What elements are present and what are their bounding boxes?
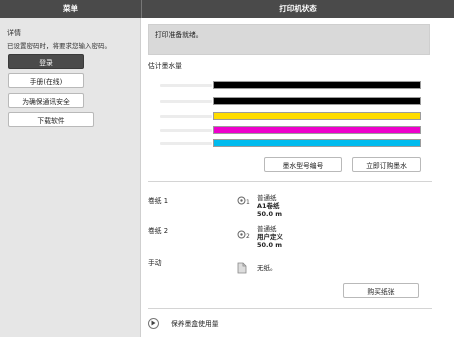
login-button[interactable]: 登录: [8, 54, 84, 69]
ink-row-yellow: [142, 112, 442, 121]
ink-label-placeholder: [160, 142, 212, 145]
svg-text:1: 1: [246, 199, 250, 205]
ink-label-placeholder: [160, 100, 212, 103]
menu-tab[interactable]: 菜单: [0, 0, 141, 18]
roll-2-remaining: 50.0 m: [257, 241, 283, 249]
ink-row-matte-black: [142, 81, 442, 90]
ink-fill: [214, 82, 420, 88]
ink-row-cyan: [142, 139, 442, 148]
roll-1-remaining: 50.0 m: [257, 210, 283, 218]
manual-feed-status: 无纸。: [257, 264, 277, 272]
ink-level-title: 估计墨水量: [148, 62, 182, 70]
ink-label-placeholder: [160, 84, 212, 87]
roll-1-media-type: 普通纸: [257, 194, 277, 202]
sidebar: 详情 已设置密码时，将要求您输入密码。 登录 手册(在线) 为确保通讯安全 下载…: [0, 18, 141, 337]
ink-level-bar: [213, 81, 421, 89]
status-message: 打印准备就绪。: [155, 31, 203, 39]
ink-level-bar: [213, 126, 421, 134]
maintenance-cartridge-usage-label: 保养墨盒使用量: [171, 320, 219, 328]
roll-2-paper-size: 用户定义: [257, 233, 283, 241]
buy-paper-button[interactable]: 购买纸张: [343, 283, 419, 298]
details-title: 详情: [7, 29, 21, 37]
ink-level-bar: [213, 139, 421, 147]
divider: [148, 308, 432, 309]
maintenance-cartridge-usage-link[interactable]: 保养墨盒使用量: [148, 317, 219, 329]
play-icon[interactable]: [148, 317, 159, 329]
ink-fill: [214, 98, 420, 104]
roll-1-icon: 1: [237, 196, 250, 205]
ink-label-placeholder: [160, 129, 212, 132]
manual-feed-label: 手动: [148, 259, 162, 267]
ink-fill: [214, 140, 420, 146]
ink-label-placeholder: [160, 115, 212, 118]
roll-2-info: 普通纸 用户定义 50.0 m: [257, 225, 283, 249]
ink-row-magenta: [142, 126, 442, 135]
roll-2-icon: 2: [237, 230, 250, 239]
online-manual-button[interactable]: 手册(在线): [8, 73, 84, 88]
download-software-button[interactable]: 下载软件: [8, 112, 94, 127]
secure-communication-button[interactable]: 为确保通讯安全: [8, 93, 84, 108]
ink-fill: [214, 113, 420, 119]
roll-2-media-type: 普通纸: [257, 225, 277, 233]
sheet-icon: [237, 262, 247, 274]
ink-fill: [214, 127, 420, 133]
ink-model-number-button[interactable]: 墨水型号编号: [264, 157, 342, 172]
top-bar: 菜单 打印机状态: [0, 0, 454, 18]
divider: [148, 181, 432, 182]
order-ink-button[interactable]: 立即订购墨水: [352, 157, 421, 172]
roll-1-paper-size: A1卷纸: [257, 202, 280, 210]
status-message-box: 打印准备就绪。: [148, 24, 430, 55]
password-notice: 已设置密码时，将要求您输入密码。: [7, 42, 111, 50]
svg-text:2: 2: [246, 233, 250, 239]
ink-row-black: [142, 97, 442, 106]
printer-status-panel: 打印准备就绪。 估计墨水量 墨水型号编号 立即订购墨水 卷纸 1 1 普通纸 A…: [142, 18, 454, 337]
ink-level-bar: [213, 112, 421, 120]
roll-1-label: 卷纸 1: [148, 197, 169, 205]
roll-2-label: 卷纸 2: [148, 227, 169, 235]
ink-level-bar: [213, 97, 421, 105]
roll-1-info: 普通纸 A1卷纸 50.0 m: [257, 194, 282, 218]
printer-status-tab[interactable]: 打印机状态: [142, 0, 454, 18]
